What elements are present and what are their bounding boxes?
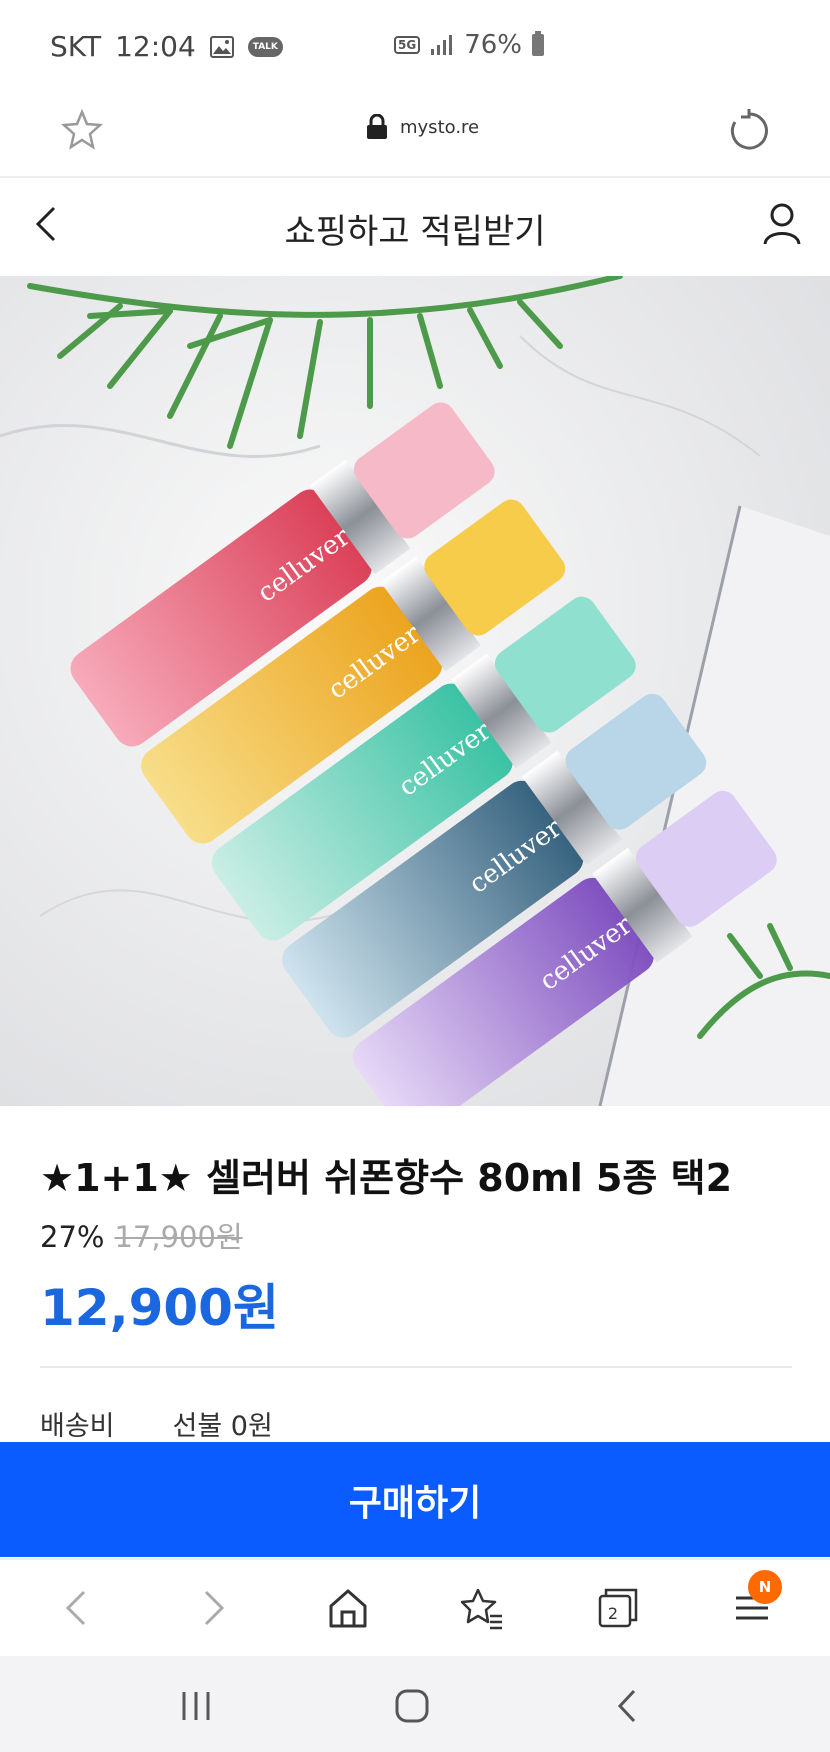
system-navigation-bar <box>0 1656 830 1752</box>
shipping-row: 배송비 선불 0원 <box>40 1404 273 1443</box>
home-icon[interactable] <box>326 1586 370 1630</box>
bookmarks-icon[interactable] <box>460 1586 504 1630</box>
tab-count: 2 <box>607 1603 619 1623</box>
battery-percent: 76% <box>464 30 522 60</box>
shipping-label: 배송비 <box>40 1411 115 1442</box>
lock-icon <box>367 114 387 139</box>
discount-rate: 27% <box>40 1220 105 1254</box>
page-title: 쇼핑하고 적립받기 <box>284 212 546 252</box>
product-image[interactable]: celluver celluver celluver celluver cell… <box>0 276 830 1106</box>
kakaotalk-icon: TALK <box>247 36 283 57</box>
status-bar: SKT 12:04 TALK 5G 76% <box>0 0 830 96</box>
gallery-icon <box>209 35 234 58</box>
carrier-label: SKT <box>50 30 102 63</box>
bookmark-star-icon[interactable] <box>60 108 104 152</box>
user-icon[interactable] <box>762 202 802 246</box>
browser-forward-icon[interactable] <box>190 1586 234 1630</box>
product-photo-illustration: celluver celluver celluver celluver cell… <box>0 276 830 1106</box>
recent-apps-icon[interactable] <box>176 1686 216 1726</box>
notification-badge: N <box>748 1570 782 1604</box>
price-discount-row: 27% 17,900원 <box>40 1214 792 1256</box>
divider <box>40 1366 792 1368</box>
battery-icon <box>532 31 544 56</box>
tabs-button[interactable]: 2 <box>596 1586 640 1630</box>
system-home-icon[interactable] <box>392 1686 432 1726</box>
browser-back-icon[interactable] <box>56 1586 100 1630</box>
product-title: ★1+1★ 셀러버 쉬폰향수 80ml 5종 택2 <box>40 1156 733 1200</box>
signal-icon <box>431 35 453 55</box>
url-display[interactable]: mysto.re <box>366 114 479 140</box>
page-header: 쇼핑하고 적립받기 <box>0 178 830 274</box>
browser-url-bar: mysto.re <box>0 96 830 178</box>
browser-bottom-nav: 2 N <box>0 1558 830 1656</box>
url-text: mysto.re <box>400 116 480 138</box>
reload-icon[interactable] <box>726 108 772 154</box>
shipping-value: 선불 0원 <box>172 1411 273 1442</box>
system-back-icon[interactable] <box>608 1686 648 1726</box>
original-price: 17,900원 <box>114 1220 243 1254</box>
buy-button[interactable]: 구매하기 <box>0 1442 830 1557</box>
sale-price: 12,900원 <box>40 1279 279 1337</box>
status-right: 5G 76% <box>394 30 544 60</box>
network-5g-icon: 5G <box>394 36 421 54</box>
product-info: ★1+1★ 셀러버 쉬폰향수 80ml 5종 택2 27% 17,900원 12… <box>40 1150 792 1340</box>
clock: 12:04 <box>115 30 196 63</box>
status-left: SKT 12:04 TALK <box>50 30 283 63</box>
